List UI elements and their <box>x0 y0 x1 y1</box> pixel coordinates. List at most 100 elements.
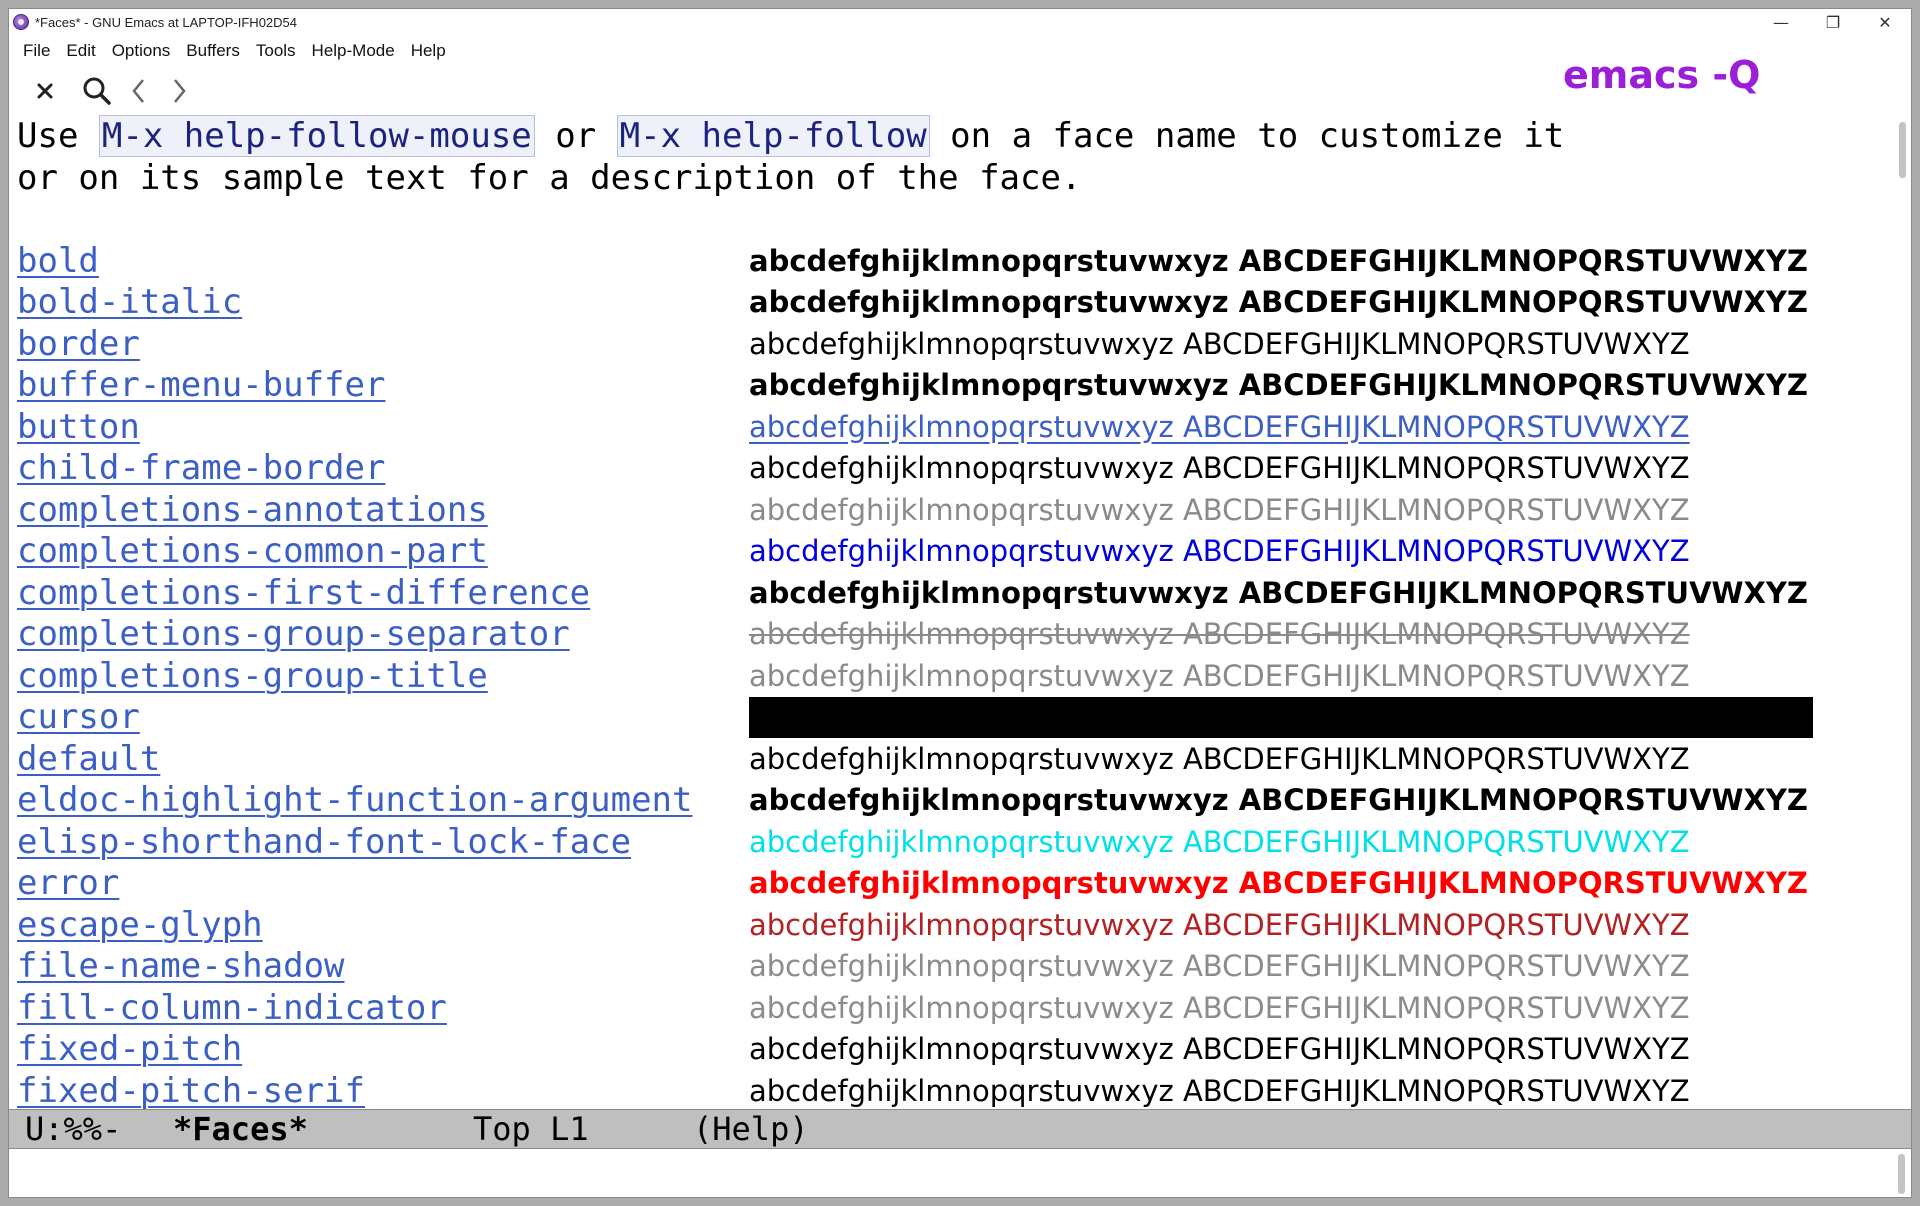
emacs-q-label: emacs -Q <box>1563 53 1761 97</box>
window-title: *Faces* - GNU Emacs at LAPTOP-IFH02D54 <box>35 14 298 30</box>
intro-text: Use <box>17 116 99 156</box>
face-row: button abcdefghijklmnopqrstuvwxyz ABCDEFG… <box>17 407 1895 449</box>
modeline-status: U:%%- <box>25 1110 122 1148</box>
modeline-mode[interactable]: (Help) <box>693 1110 809 1148</box>
help-follow-mouse-key[interactable]: M-x help-follow-mouse <box>98 115 535 157</box>
face-row: eldoc-highlight-function-argument abcdefg… <box>17 780 1895 822</box>
modeline-buffer-name[interactable]: *Faces* <box>173 1110 308 1148</box>
face-sample[interactable]: abcdefghijklmnopqrstuvwxyz ABCDEFGHIJKLM… <box>749 573 1808 615</box>
face-sample[interactable]: abcdefghijklmnopqrstuvwxyz ABCDEFGHIJKLM… <box>749 324 1690 366</box>
face-sample[interactable]: abcdefghijklmnopqrstuvwxyz ABCDEFGHIJKLM… <box>749 822 1690 864</box>
face-name-link[interactable]: escape-glyph <box>17 905 263 947</box>
search-icon[interactable] <box>75 69 119 113</box>
back-icon[interactable] <box>119 69 159 113</box>
menu-options[interactable]: Options <box>104 41 179 61</box>
face-row: buffer-menu-buffer abcdefghijklmnopqrstuv… <box>17 365 1895 407</box>
forward-icon[interactable] <box>159 69 199 113</box>
face-name-link[interactable]: button <box>17 407 140 449</box>
face-row: bold-italic abcdefghijklmnopqrstuvwxyz AB… <box>17 282 1895 324</box>
face-row: escape-glyph abcdefghijklmnopqrstuvwxyz A… <box>17 905 1895 947</box>
face-sample[interactable]: abcdefghijklmnopqrstuvwxyz ABCDEFGHIJKLM… <box>749 946 1690 988</box>
face-name-link[interactable]: completions-group-title <box>17 656 488 698</box>
face-row: completions-first-difference abcdefghijkl… <box>17 573 1895 615</box>
face-name-link[interactable]: default <box>17 739 160 781</box>
face-sample[interactable]: abcdefghijklmnopqrstuvwxyz ABCDEFGHIJKLM… <box>749 448 1690 490</box>
face-row: border abcdefghijklmnopqrstuvwxyz ABCDEFG… <box>17 324 1895 366</box>
face-name-link[interactable]: border <box>17 324 140 366</box>
face-row: completions-group-title abcdefghijklmnopq… <box>17 656 1895 698</box>
face-name-link[interactable]: fixed-pitch-serif <box>17 1071 365 1113</box>
face-name-link[interactable]: completions-group-separator <box>17 614 570 656</box>
face-sample[interactable]: abcdefghijklmnopqrstuvwxyz ABCDEFGHIJKLM… <box>749 988 1690 1030</box>
echo-area[interactable] <box>9 1150 1911 1197</box>
face-row: elisp-shorthand-font-lock-face abcdefghij… <box>17 822 1895 864</box>
maximize-button[interactable]: ❐ <box>1807 9 1859 35</box>
face-sample[interactable]: abcdefghijklmnopqrstuvwxyz ABCDEFGHIJKLM… <box>749 531 1690 573</box>
face-row: fixed-pitch abcdefghijklmnopqrstuvwxyz AB… <box>17 1029 1895 1071</box>
vertical-scrollbar[interactable] <box>1893 116 1911 1108</box>
face-sample[interactable]: abcdefghijklmnopqrstuvwxyz ABCDEFGHIJKLM… <box>749 780 1808 822</box>
face-row: completions-group-separator abcdefghijklm… <box>17 614 1895 656</box>
face-sample[interactable]: abcdefghijklmnopqrstuvwxyz ABCDEFGHIJKLM… <box>749 863 1808 905</box>
face-row: completions-annotations abcdefghijklmnopq… <box>17 490 1895 532</box>
face-name-link[interactable]: fill-column-indicator <box>17 988 447 1030</box>
face-sample[interactable]: abcdefghijklmnopqrstuvwxyz ABCDEFGHIJKLM… <box>749 614 1690 656</box>
help-follow-key[interactable]: M-x help-follow <box>616 115 930 157</box>
face-name-link[interactable]: elisp-shorthand-font-lock-face <box>17 822 631 864</box>
face-row: fixed-pitch-serif abcdefghijklmnopqrstuvw… <box>17 1071 1895 1113</box>
face-name-link[interactable]: fixed-pitch <box>17 1029 242 1071</box>
face-row: completions-common-part abcdefghijklmnopq… <box>17 531 1895 573</box>
menu-edit[interactable]: Edit <box>58 41 103 61</box>
face-name-link[interactable]: completions-common-part <box>17 531 488 573</box>
mode-line: U:%%- *Faces* Top L1 (Help) <box>9 1109 1911 1149</box>
face-row: fill-column-indicator abcdefghijklmnopqrs… <box>17 988 1895 1030</box>
face-name-link[interactable]: completions-annotations <box>17 490 488 532</box>
faces-buffer[interactable]: Use M-x help-follow-mouse or M-x help-fo… <box>9 115 1895 1111</box>
close-window-button[interactable]: ✕ <box>1859 9 1911 35</box>
face-sample[interactable]: abcdefghijklmnopqrstuvwxyz ABCDEFGHIJKLM… <box>749 490 1690 532</box>
window-controls: — ❐ ✕ <box>1755 9 1911 35</box>
face-name-link[interactable]: child-frame-border <box>17 448 385 490</box>
face-sample[interactable]: abcdefghijklmnopqrstuvwxyz ABCDEFGHIJKLM… <box>749 656 1690 698</box>
menu-help[interactable]: Help <box>403 41 454 61</box>
face-sample[interactable] <box>749 697 1813 738</box>
face-name-link[interactable]: file-name-shadow <box>17 946 345 988</box>
face-sample[interactable]: abcdefghijklmnopqrstuvwxyz ABCDEFGHIJKLM… <box>749 739 1690 781</box>
face-name-link[interactable]: bold-italic <box>17 282 242 324</box>
face-row: bold abcdefghijklmnopqrstuvwxyz ABCDEFGHI… <box>17 241 1895 283</box>
intro-text: or <box>534 116 617 156</box>
face-name-link[interactable]: bold <box>17 241 99 283</box>
face-sample[interactable]: abcdefghijklmnopqrstuvwxyz ABCDEFGHIJKLM… <box>749 365 1808 407</box>
face-sample[interactable]: abcdefghijklmnopqrstuvwxyz ABCDEFGHIJKLM… <box>749 407 1690 449</box>
face-row: cursor <box>17 697 1895 739</box>
title-bar: *Faces* - GNU Emacs at LAPTOP-IFH02D54 —… <box>9 9 1911 35</box>
face-name-link[interactable]: completions-first-difference <box>17 573 590 615</box>
scrollbar-thumb[interactable] <box>1899 122 1906 178</box>
face-sample[interactable]: abcdefghijklmnopqrstuvwxyz ABCDEFGHIJKLM… <box>749 282 1808 324</box>
intro-text: on a face name to customize it <box>929 116 1565 156</box>
face-sample[interactable]: abcdefghijklmnopqrstuvwxyz ABCDEFGHIJKLM… <box>749 1071 1690 1113</box>
face-name-link[interactable]: error <box>17 863 119 905</box>
minimize-button[interactable]: — <box>1755 9 1807 35</box>
menu-file[interactable]: File <box>15 41 58 61</box>
emacs-window: *Faces* - GNU Emacs at LAPTOP-IFH02D54 —… <box>8 8 1912 1198</box>
face-sample[interactable]: abcdefghijklmnopqrstuvwxyz ABCDEFGHIJKLM… <box>749 1029 1690 1071</box>
face-row: default abcdefghijklmnopqrstuvwxyz ABCDEF… <box>17 739 1895 781</box>
intro-line-1: Use M-x help-follow-mouse or M-x help-fo… <box>17 115 1895 158</box>
face-list: bold abcdefghijklmnopqrstuvwxyz ABCDEFGHI… <box>17 241 1895 1113</box>
face-name-link[interactable]: eldoc-highlight-function-argument <box>17 780 693 822</box>
menu-buffers[interactable]: Buffers <box>178 41 248 61</box>
face-row: file-name-shadow abcdefghijklmnopqrstuvwx… <box>17 946 1895 988</box>
intro-line-2: or on its sample text for a description … <box>17 157 1082 198</box>
close-icon[interactable] <box>23 69 67 113</box>
face-row: error abcdefghijklmnopqrstuvwxyz ABCDEFGH… <box>17 863 1895 905</box>
menu-help-mode[interactable]: Help-Mode <box>304 41 403 61</box>
menu-tools[interactable]: Tools <box>248 41 304 61</box>
face-row: child-frame-border abcdefghijklmnopqrstuv… <box>17 448 1895 490</box>
echo-scrollbar <box>1898 1154 1905 1194</box>
face-sample[interactable]: abcdefghijklmnopqrstuvwxyz ABCDEFGHIJKLM… <box>749 241 1808 283</box>
face-name-link[interactable]: buffer-menu-buffer <box>17 365 385 407</box>
face-name-link[interactable]: cursor <box>17 697 140 739</box>
face-sample[interactable]: abcdefghijklmnopqrstuvwxyz ABCDEFGHIJKLM… <box>749 905 1690 947</box>
